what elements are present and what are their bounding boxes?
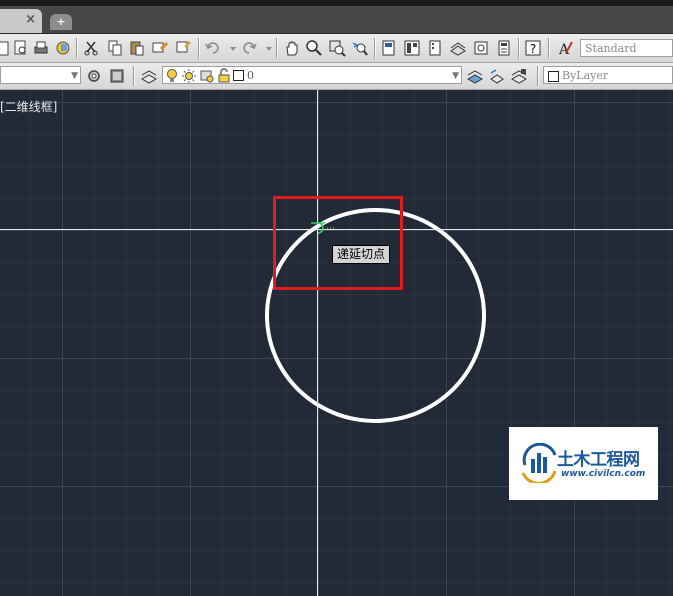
- zoom-previous-icon[interactable]: [351, 39, 369, 57]
- layer-dropdown[interactable]: 0 ▼: [162, 66, 462, 84]
- redo-dropdown-icon[interactable]: [260, 39, 272, 57]
- sheet-set-icon[interactable]: [0, 39, 12, 57]
- color-swatch: [548, 71, 559, 82]
- text-style-icon[interactable]: A: [556, 39, 574, 57]
- layer-state-icon[interactable]: [510, 67, 528, 85]
- block-editor-icon[interactable]: [174, 39, 192, 57]
- text-style-dropdown[interactable]: Standard: [580, 39, 673, 57]
- close-tab-icon[interactable]: ×: [25, 12, 36, 27]
- tool-palettes-icon[interactable]: [426, 39, 444, 57]
- pan-icon[interactable]: [283, 39, 301, 57]
- annotation-highlight-box: [273, 196, 403, 290]
- visual-style-label[interactable]: [二维线框]: [0, 98, 57, 115]
- sheet-set-manager-icon[interactable]: [449, 39, 467, 57]
- layer-previous-icon[interactable]: [488, 67, 506, 85]
- document-tab-bar: × +: [0, 6, 673, 34]
- layer-name: 0: [247, 69, 254, 82]
- match-properties-icon[interactable]: [151, 39, 169, 57]
- gear-icon[interactable]: [85, 67, 103, 85]
- markup-icon[interactable]: [472, 39, 490, 57]
- plot-preview-icon[interactable]: [12, 39, 30, 57]
- cut-icon[interactable]: [82, 39, 100, 57]
- new-tab-button[interactable]: +: [50, 14, 72, 30]
- zoom-window-icon[interactable]: [328, 39, 346, 57]
- redo-icon[interactable]: [240, 39, 258, 57]
- watermark-url: www.civilcn.com: [561, 469, 646, 479]
- design-center-icon[interactable]: [403, 39, 421, 57]
- color-value: ByLayer: [562, 69, 609, 82]
- standard-toolbar: ? A Standard: [0, 34, 673, 63]
- zoom-realtime-icon[interactable]: [305, 39, 323, 57]
- publish-3d-icon[interactable]: [54, 39, 72, 57]
- undo-dropdown-icon[interactable]: [224, 39, 236, 57]
- sun-icon: [181, 68, 197, 90]
- workspace-dropdown[interactable]: ▼: [0, 66, 81, 84]
- civilcn-logo-icon: [521, 443, 557, 483]
- crosshair-vertical: [317, 90, 318, 596]
- text-style-value: Standard: [585, 42, 637, 55]
- plot-icon[interactable]: [32, 39, 50, 57]
- layer-color-swatch: [233, 70, 244, 81]
- color-dropdown[interactable]: ByLayer: [543, 66, 673, 84]
- make-current-layer-icon[interactable]: [466, 67, 484, 85]
- drawing-viewport[interactable]: [二维线框] 递延切点: [0, 90, 673, 596]
- chevron-down-icon: ▼: [71, 71, 78, 81]
- properties-icon[interactable]: [380, 39, 398, 57]
- lock-icon: [217, 68, 231, 90]
- watermark-title: 土木工程网: [557, 450, 640, 470]
- copy-icon[interactable]: [106, 39, 124, 57]
- workspace-settings-icon[interactable]: [108, 67, 126, 85]
- watermark-logo: 土木工程网 www.civilcn.com: [509, 427, 658, 500]
- paste-icon[interactable]: [128, 39, 146, 57]
- viewport-freeze-icon: [199, 68, 215, 90]
- layers-toolbar: ▼ 0 ▼ ByLayer: [0, 63, 673, 90]
- undo-icon[interactable]: [204, 39, 222, 57]
- help-icon[interactable]: ?: [524, 39, 542, 57]
- drawing-tab[interactable]: ×: [0, 9, 42, 33]
- svg-text:?: ?: [530, 42, 536, 56]
- layer-properties-icon[interactable]: [140, 67, 158, 85]
- quickcalc-icon[interactable]: [495, 39, 513, 57]
- lightbulb-icon: [165, 68, 179, 90]
- chevron-down-icon: ▼: [452, 71, 459, 81]
